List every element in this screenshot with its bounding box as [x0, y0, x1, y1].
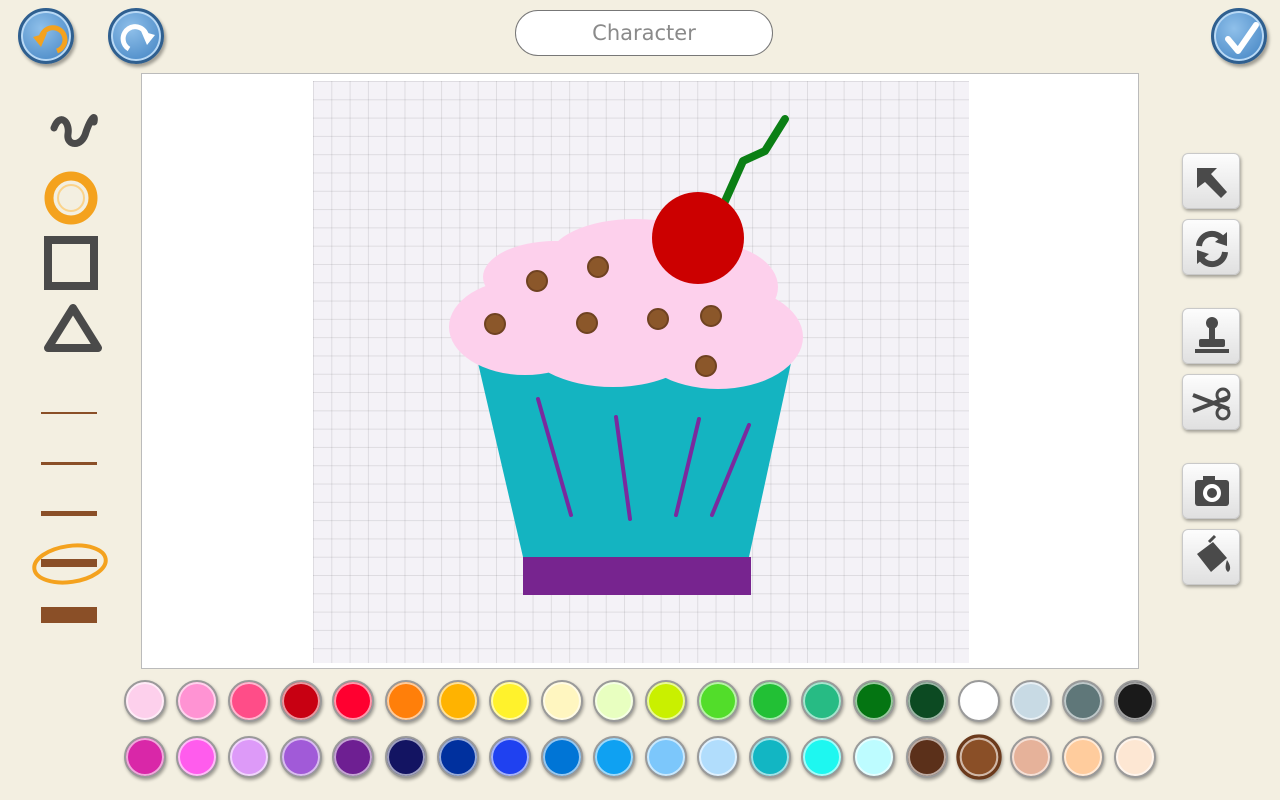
cut-tool-button[interactable] — [1182, 374, 1240, 430]
arrow-select-icon — [1197, 168, 1227, 198]
color-swatch[interactable] — [228, 680, 271, 722]
color-swatch[interactable] — [697, 736, 740, 778]
color-swatch[interactable] — [1061, 736, 1104, 778]
color-swatch[interactable] — [749, 736, 792, 778]
color-swatch[interactable] — [436, 680, 479, 722]
color-swatch[interactable] — [384, 736, 427, 778]
color-swatch[interactable] — [280, 736, 323, 778]
color-swatch[interactable] — [1009, 736, 1052, 778]
color-swatch[interactable] — [801, 736, 844, 778]
undo-arrow-icon — [33, 25, 68, 54]
fill-tool-button[interactable] — [1182, 529, 1240, 585]
color-swatch[interactable] — [540, 736, 583, 778]
color-swatch[interactable] — [957, 680, 1000, 722]
redo-arrow-icon — [120, 24, 155, 52]
color-swatch[interactable] — [592, 680, 635, 722]
stamp-tool-button[interactable] — [1182, 308, 1240, 364]
drawing-canvas[interactable] — [313, 81, 969, 663]
camera-icon — [1195, 476, 1229, 506]
color-swatch[interactable] — [749, 680, 792, 722]
done-button[interactable] — [1211, 8, 1267, 64]
select-tool-button[interactable] — [1182, 153, 1240, 209]
color-swatch[interactable] — [384, 680, 427, 722]
color-swatch[interactable] — [853, 680, 896, 722]
paint-bucket-icon — [1197, 534, 1231, 572]
redo-button[interactable] — [108, 8, 164, 64]
color-swatch[interactable] — [488, 736, 531, 778]
cupcake-drawing — [449, 115, 803, 595]
cherry — [652, 192, 744, 284]
character-name-input[interactable] — [532, 20, 756, 46]
color-swatch[interactable] — [801, 680, 844, 722]
cherry-stem — [714, 115, 789, 221]
undo-button[interactable] — [18, 8, 74, 64]
color-swatch[interactable] — [176, 736, 219, 778]
color-swatch[interactable] — [332, 680, 375, 722]
ellipse-icon[interactable] — [42, 170, 102, 228]
color-swatch[interactable] — [540, 680, 583, 722]
line-width-thickest[interactable] — [41, 607, 97, 623]
color-swatch[interactable] — [1113, 680, 1156, 722]
scissors-icon — [1192, 387, 1231, 421]
line-width-medium[interactable] — [41, 511, 97, 516]
color-swatch[interactable] — [176, 680, 219, 722]
color-swatch[interactable] — [280, 680, 323, 722]
triangle-icon[interactable] — [42, 300, 104, 356]
cupcake-base — [523, 557, 751, 595]
color-swatch[interactable] — [955, 734, 1002, 780]
color-swatch[interactable] — [488, 680, 531, 722]
color-swatch[interactable] — [592, 736, 635, 778]
color-swatch[interactable] — [697, 680, 740, 722]
color-swatch[interactable] — [124, 736, 166, 778]
color-swatch[interactable] — [1061, 680, 1104, 722]
color-swatch[interactable] — [853, 736, 896, 778]
cupcake-cup — [478, 363, 791, 557]
color-swatch[interactable] — [436, 736, 479, 778]
rectangle-icon[interactable] — [42, 234, 102, 294]
stamp-icon — [1195, 317, 1229, 353]
color-swatch[interactable] — [645, 736, 687, 778]
character-name-field[interactable] — [515, 10, 773, 56]
camera-tool-button[interactable] — [1182, 463, 1240, 519]
color-swatch[interactable] — [1113, 736, 1156, 778]
color-swatch[interactable] — [645, 680, 687, 722]
checkmark-icon — [1225, 22, 1259, 54]
line-width-thick[interactable] — [41, 559, 97, 567]
line-width-thinner[interactable] — [41, 462, 97, 465]
color-swatch[interactable] — [905, 680, 948, 722]
rotate-icon — [1196, 230, 1228, 268]
line-width-thin[interactable] — [41, 412, 97, 414]
color-swatch[interactable] — [332, 736, 375, 778]
color-swatch[interactable] — [1009, 680, 1052, 722]
cupcake-frosting — [449, 219, 803, 389]
color-swatch[interactable] — [124, 680, 166, 722]
color-swatch[interactable] — [905, 736, 948, 778]
color-swatch[interactable] — [228, 736, 271, 778]
freehand-line-icon[interactable] — [44, 104, 102, 162]
rotate-tool-button[interactable] — [1182, 219, 1240, 275]
